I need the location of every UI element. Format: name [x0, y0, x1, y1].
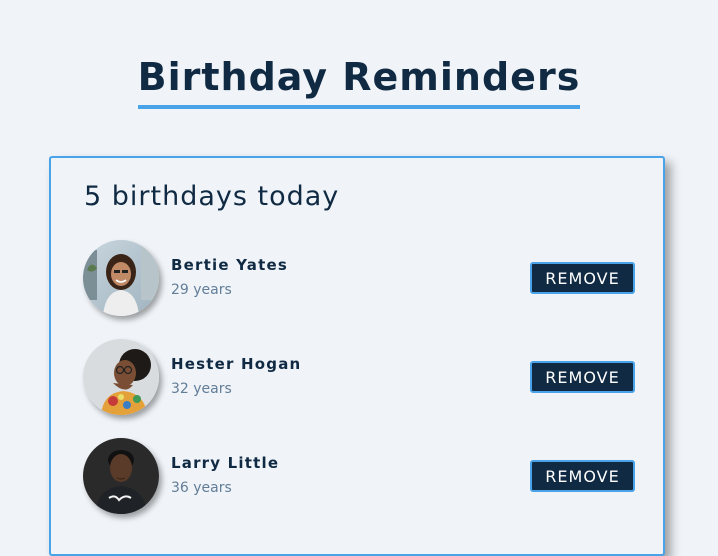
person-info: Bertie Yates 29 years	[171, 256, 288, 298]
remove-button[interactable]: REMOVE	[530, 361, 635, 393]
page-header: Birthday Reminders	[0, 56, 718, 109]
person-name: Larry Little	[171, 454, 280, 472]
person-item: Hester Hogan 32 years REMOVE	[83, 339, 635, 417]
avatar	[83, 438, 159, 514]
person-age: 36 years	[171, 480, 232, 496]
person-name: Hester Hogan	[171, 355, 302, 373]
person-name: Bertie Yates	[171, 256, 288, 274]
person-photo-avatar-icon	[83, 240, 159, 316]
person-photo-avatar-icon	[83, 438, 159, 514]
page-title: Birthday Reminders	[137, 56, 581, 109]
avatar	[83, 339, 159, 415]
birthday-card: 5 birthdays today Bertie Yates 29 years …	[49, 156, 665, 556]
person-item: Larry Little 36 years REMOVE	[83, 438, 635, 516]
person-photo-avatar-icon	[83, 339, 159, 415]
birthday-count: 5 birthdays today	[84, 181, 340, 212]
remove-button[interactable]: REMOVE	[530, 262, 635, 294]
person-age: 29 years	[171, 282, 232, 298]
person-item: Bertie Yates 29 years REMOVE	[83, 240, 635, 318]
avatar	[83, 240, 159, 316]
person-info: Larry Little 36 years	[171, 454, 279, 496]
person-age: 32 years	[171, 381, 232, 397]
person-info: Hester Hogan 32 years	[171, 355, 301, 397]
remove-button[interactable]: REMOVE	[530, 460, 635, 492]
